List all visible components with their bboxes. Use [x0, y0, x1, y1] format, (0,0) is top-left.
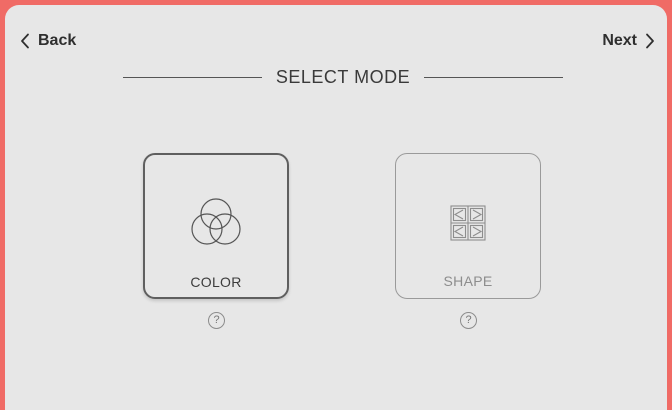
chevron-right-icon: [645, 33, 655, 49]
next-label: Next: [602, 32, 637, 49]
title-divider-left: [123, 76, 262, 78]
color-help-button[interactable]: ?: [208, 312, 225, 329]
title-divider-right: [424, 76, 564, 78]
chevron-left-icon: [20, 33, 30, 49]
next-button[interactable]: Next: [602, 32, 655, 50]
color-circles-icon: [181, 189, 251, 264]
page-title: SELECT MODE: [275, 66, 411, 87]
color-mode-button[interactable]: COLOR: [143, 153, 289, 299]
back-button[interactable]: Back: [20, 32, 76, 50]
back-label: Back: [38, 32, 77, 49]
page-header: SELECT MODE: [123, 65, 564, 89]
color-mode-label: COLOR: [190, 274, 242, 290]
app-screen: Back Next SELECT MODE COLOR ? SHAPE ?: [5, 5, 667, 410]
shape-mode-label: SHAPE: [443, 273, 493, 289]
shape-help-button[interactable]: ?: [460, 312, 477, 329]
shape-mode-button[interactable]: SHAPE: [395, 153, 541, 299]
shape-grid-icon: [433, 188, 503, 263]
device-frame: Back Next SELECT MODE COLOR ? SHAPE ?: [0, 0, 672, 410]
